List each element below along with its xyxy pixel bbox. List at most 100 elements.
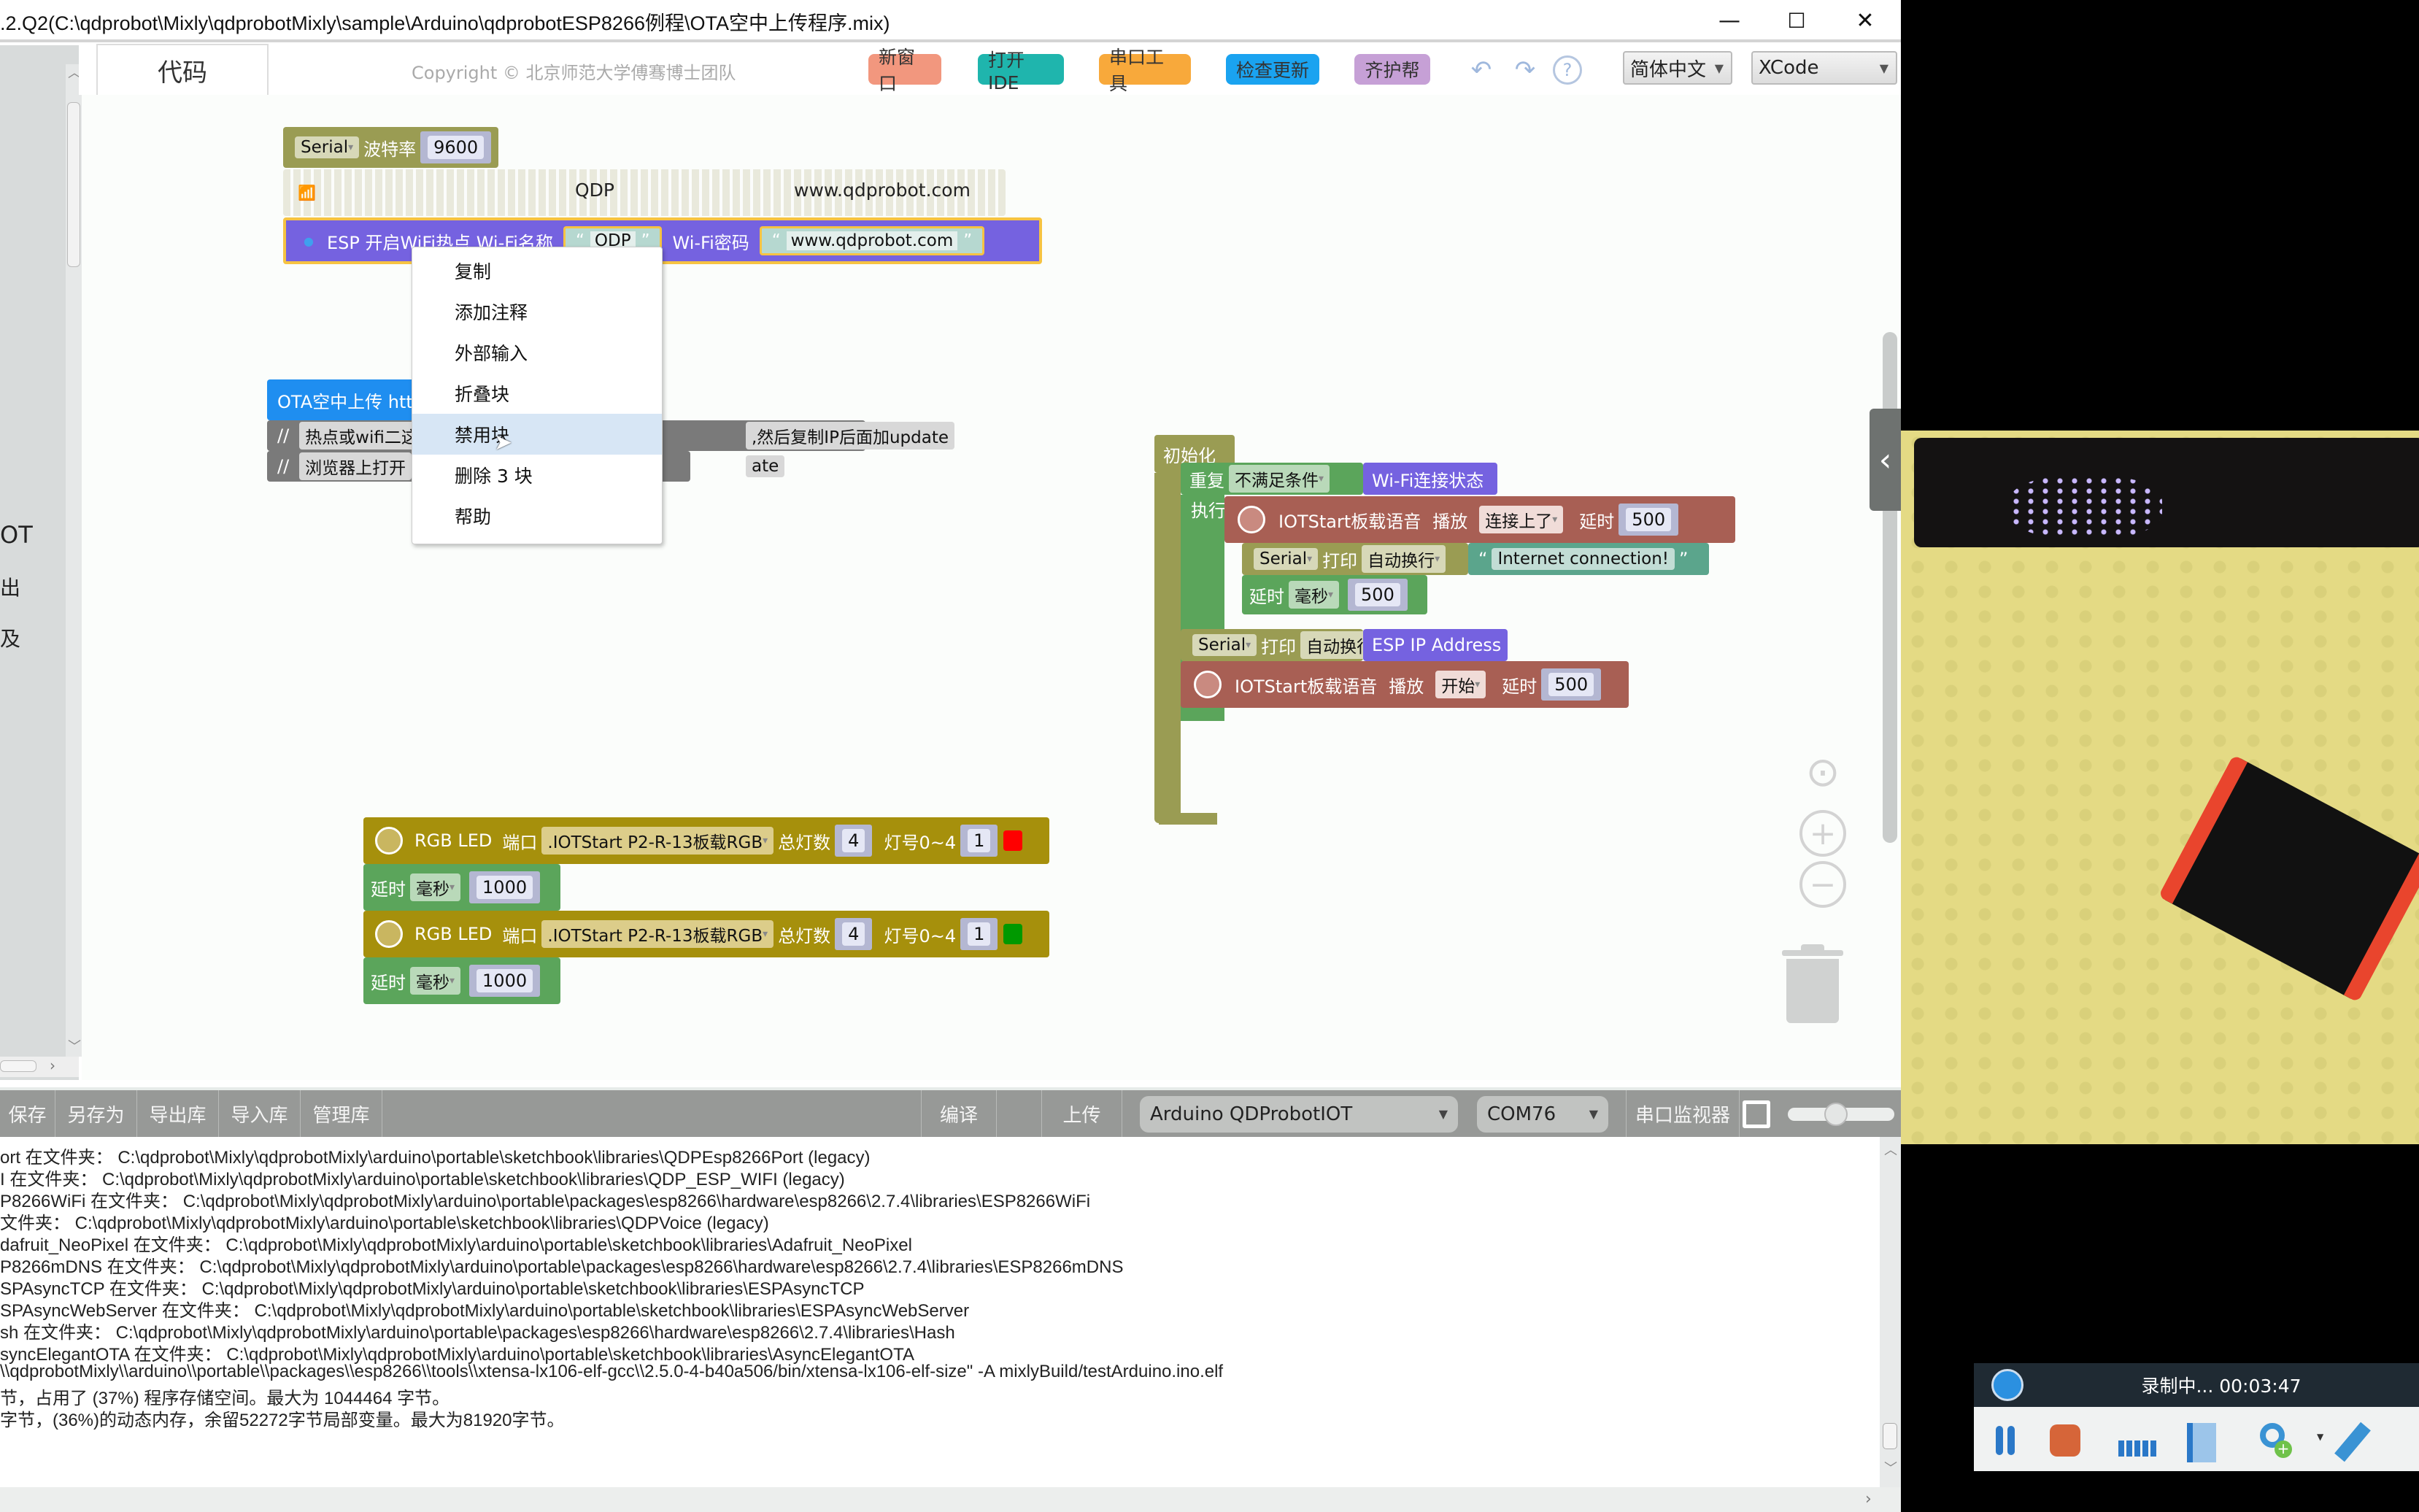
chip-icon[interactable]: [1743, 1100, 1770, 1128]
serial-tool-button[interactable]: 串口工具: [1099, 47, 1191, 94]
delay-value[interactable]: 1000: [477, 876, 533, 899]
scroll-right-icon[interactable]: ›: [50, 1057, 55, 1074]
check-update-button[interactable]: 检查更新: [1226, 54, 1319, 85]
block-delay-1[interactable]: 延时 毫秒 500: [1242, 575, 1427, 614]
upload-button[interactable]: 上传: [1042, 1090, 1122, 1137]
scroll-down-icon[interactable]: ﹀: [1884, 1458, 1897, 1477]
scroll-down-icon[interactable]: ﹀: [68, 1036, 81, 1055]
redo-icon[interactable]: ↷: [1509, 54, 1541, 86]
block-voice-1[interactable]: IOTStart板载语音 播放 连接上了 延时 500: [1224, 496, 1735, 543]
comment-1-text[interactable]: 热点或wifi二这: [299, 422, 424, 450]
rgb-port-dropdown[interactable]: .IOTStart P2-R-13板载RGB: [541, 827, 774, 855]
delay-unit-dropdown[interactable]: 毫秒: [410, 873, 461, 901]
save-as-button[interactable]: 另存为: [55, 1090, 137, 1137]
rgb-color-swatch[interactable]: [1003, 924, 1023, 944]
delay-value[interactable]: 500: [1355, 583, 1400, 606]
board-select[interactable]: Arduino QDProbotIOT ▼: [1140, 1096, 1458, 1133]
block-repeat[interactable]: 重复 不满足条件: [1181, 463, 1363, 495]
console-scroll-thumb[interactable]: [1883, 1423, 1897, 1449]
block-serial-print-1[interactable]: Serial 打印 自动换行: [1242, 543, 1468, 575]
block-wifi-disabled[interactable]: 📶 QDP www.qdprobot.com: [283, 169, 1006, 216]
block-delay-rgb-2[interactable]: 延时 毫秒 1000: [363, 957, 560, 1004]
rgb-total-value[interactable]: 4: [842, 922, 865, 946]
voice-delay-value[interactable]: 500: [1626, 508, 1672, 531]
scroll-up-icon[interactable]: ︿: [1884, 1140, 1897, 1159]
comment-2-text[interactable]: 浏览器上打开: [299, 452, 412, 480]
scroll-right-icon[interactable]: ›: [1865, 1490, 1872, 1508]
console-hscrollbar[interactable]: ›: [0, 1487, 1901, 1512]
block-serial-print-2[interactable]: Serial 打印 自动换行: [1181, 629, 1385, 661]
maximize-button[interactable]: ☐: [1775, 4, 1818, 36]
theme-select[interactable]: XCode ▼: [1751, 51, 1897, 85]
close-button[interactable]: ✕: [1843, 4, 1887, 36]
baud-value[interactable]: 9600: [428, 136, 485, 159]
open-ide-button[interactable]: 打开IDE: [978, 50, 1064, 93]
voice-clip-dropdown[interactable]: 开始: [1435, 671, 1486, 698]
export-lib-button[interactable]: 导出库: [137, 1090, 219, 1137]
toolbox-category-output[interactable]: 出: [0, 572, 20, 601]
recenter-icon[interactable]: ⊙: [1799, 749, 1846, 796]
rgb-index-value[interactable]: 1: [968, 922, 991, 946]
new-window-button[interactable]: 新窗口: [868, 47, 941, 94]
compile-button[interactable]: 编译: [921, 1090, 997, 1137]
block-text-1[interactable]: “Internet connection!”: [1468, 543, 1709, 575]
block-workspace[interactable]: Serial 波特率 9600 📶 QDP www.qdprobot.com ●…: [82, 95, 1901, 1080]
hscroll-thumb[interactable]: [0, 1060, 36, 1072]
port-select[interactable]: COM76 ▼: [1477, 1096, 1608, 1133]
sidebar-toggle-button[interactable]: ‹: [1870, 409, 1901, 511]
block-ip-address[interactable]: ESP IP Address: [1363, 629, 1508, 661]
block-voice-2[interactable]: IOTStart板载语音 播放 开始 延时 500: [1181, 661, 1629, 708]
language-select[interactable]: 简体中文 ▼: [1623, 51, 1732, 85]
voice-clip-dropdown[interactable]: 连接上了: [1479, 506, 1564, 533]
undo-icon[interactable]: ↶: [1465, 54, 1497, 86]
repeat-mode-dropdown[interactable]: 不满足条件: [1229, 465, 1330, 493]
print-mode-dropdown[interactable]: 自动换行: [1362, 545, 1446, 573]
pause-icon[interactable]: [1996, 1426, 2003, 1455]
wifi-password-input[interactable]: “www.qdprobot.com”: [759, 226, 985, 255]
block-rgb-led-1[interactable]: RGB LED 端口 .IOTStart P2-R-13板载RGB 总灯数 4 …: [363, 817, 1049, 864]
block-serial-begin[interactable]: Serial 波特率 9600: [283, 127, 499, 168]
block-delay-rgb-1[interactable]: 延时 毫秒 1000: [363, 864, 560, 911]
stop-icon[interactable]: [2050, 1424, 2080, 1457]
dropdown-arrow-icon[interactable]: ▼: [2317, 1432, 2323, 1442]
import-lib-button[interactable]: 导入库: [219, 1090, 301, 1137]
delay-unit-dropdown[interactable]: 毫秒: [1289, 581, 1340, 609]
qihubang-button[interactable]: 齐护帮: [1354, 54, 1430, 85]
zoom-slider[interactable]: [1788, 1103, 1894, 1126]
menu-item-external-inputs[interactable]: 外部输入: [412, 332, 662, 373]
toolbox-scrollbar[interactable]: ︿ ﹀: [66, 64, 82, 1057]
minimize-button[interactable]: —: [1708, 4, 1751, 36]
serial-port-dropdown[interactable]: Serial: [1254, 548, 1319, 570]
menu-item-delete[interactable]: 删除 3 块: [412, 455, 662, 495]
serial-port-dropdown[interactable]: Serial: [295, 136, 360, 158]
output-console[interactable]: ort 在文件夹： C:\qdprobot\Mixly\qdprobotMixl…: [0, 1137, 1880, 1487]
toolbox-category-iot[interactable]: OT: [0, 521, 33, 549]
zoom-in-icon[interactable]: +: [1799, 810, 1846, 857]
toolbox-hscrollbar[interactable]: ›: [0, 1057, 79, 1077]
audio-levels-icon[interactable]: [2118, 1440, 2158, 1457]
help-icon[interactable]: ?: [1553, 55, 1582, 85]
block-rgb-led-2[interactable]: RGB LED 端口 .IOTStart P2-R-13板载RGB 总灯数 4 …: [363, 911, 1049, 957]
volume-icon[interactable]: [2187, 1423, 2216, 1462]
pen-icon[interactable]: [2334, 1422, 2371, 1462]
trash-icon[interactable]: [1782, 944, 1843, 1026]
rgb-port-dropdown[interactable]: .IOTStart P2-R-13板载RGB: [541, 920, 774, 948]
menu-item-disable[interactable]: 禁用块: [412, 414, 662, 455]
block-wifi-status[interactable]: Wi-Fi连接状态: [1363, 463, 1497, 495]
manage-lib-button[interactable]: 管理库: [301, 1090, 382, 1137]
serial-port-dropdown[interactable]: Serial: [1192, 634, 1257, 656]
text-value[interactable]: Internet connection!: [1492, 548, 1675, 570]
menu-item-duplicate[interactable]: 复制: [412, 250, 662, 291]
rgb-total-value[interactable]: 4: [842, 829, 865, 852]
toolbox-category-advanced[interactable]: 及: [0, 623, 20, 652]
tab-code[interactable]: 代码: [96, 44, 269, 95]
rgb-index-value[interactable]: 1: [968, 829, 991, 852]
rgb-color-swatch[interactable]: [1003, 830, 1023, 851]
delay-value[interactable]: 1000: [477, 969, 533, 992]
zoom-out-icon[interactable]: −: [1799, 861, 1846, 908]
save-button[interactable]: 保存: [0, 1090, 55, 1137]
block-wifi-ap[interactable]: ● ESP 开启WiFi热点 Wi-Fi名称 “ODP” Wi-Fi密码 “ww…: [283, 217, 1042, 264]
menu-item-collapse[interactable]: 折叠块: [412, 373, 662, 414]
serial-monitor-button[interactable]: 串口监视器: [1626, 1090, 1740, 1137]
slider-thumb[interactable]: [1824, 1103, 1848, 1126]
